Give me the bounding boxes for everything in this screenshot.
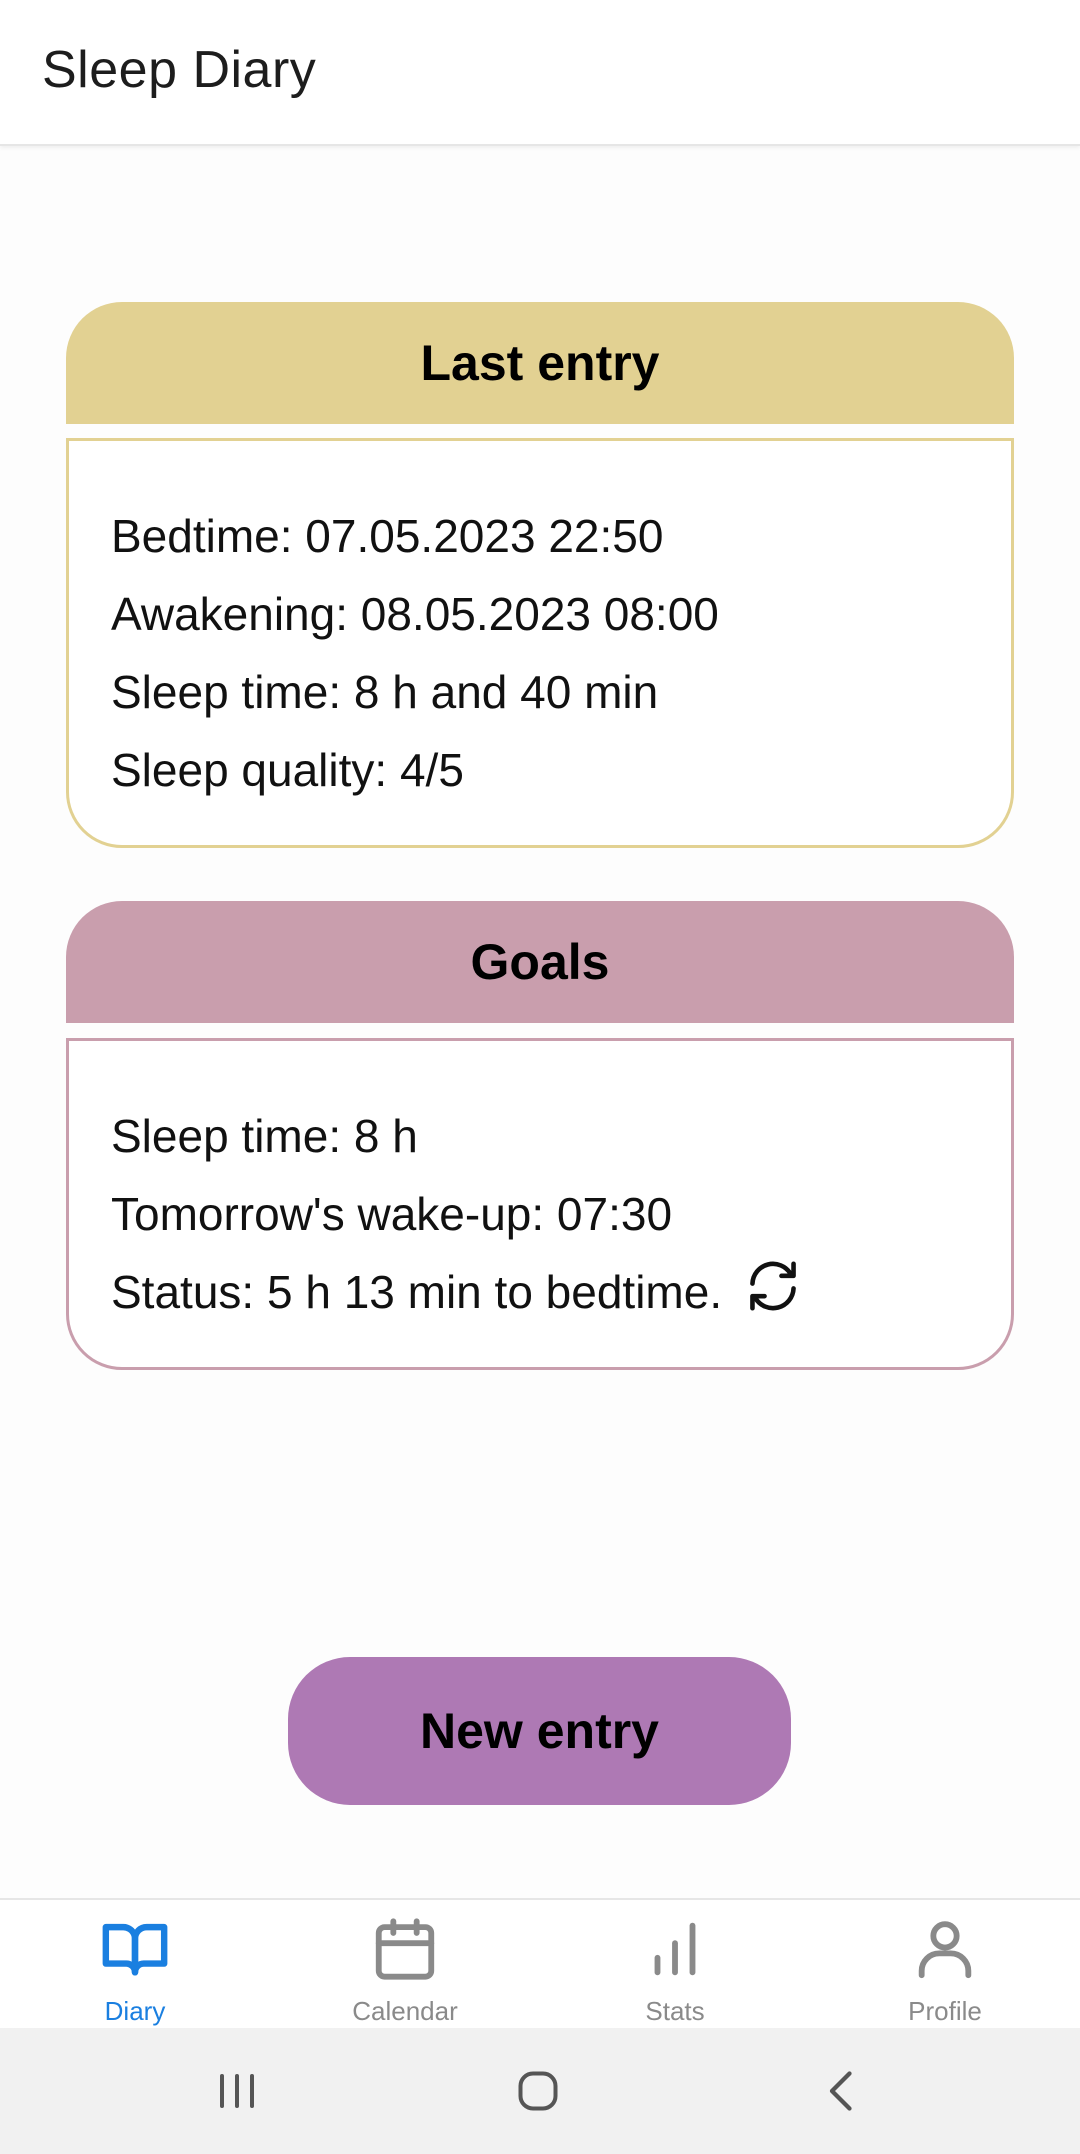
nav-item-diary[interactable]: Diary bbox=[0, 1900, 270, 2030]
sleep-quality-text: Sleep quality: 4/5 bbox=[111, 744, 464, 796]
nav-item-profile[interactable]: Profile bbox=[810, 1900, 1080, 2030]
goals-card: Sleep time: 8 h Tomorrow's wake-up: 07:3… bbox=[66, 1038, 1014, 1370]
app-bar: Sleep Diary bbox=[0, 0, 1080, 146]
bedtime-text: Bedtime: 07.05.2023 22:50 bbox=[111, 510, 664, 562]
status-text: Status: 5 h 13 min to bedtime. bbox=[111, 1266, 723, 1318]
back-icon[interactable] bbox=[812, 2061, 872, 2121]
system-navigation-bar bbox=[0, 2028, 1080, 2154]
last-entry-title: Last entry bbox=[420, 335, 660, 391]
nav-item-stats[interactable]: Stats bbox=[540, 1900, 810, 2030]
sleep-time-text: Sleep time: 8 h and 40 min bbox=[111, 666, 659, 718]
last-entry-header: Last entry bbox=[66, 302, 1014, 424]
goal-wake-up-text: Tomorrow's wake-up: 07:30 bbox=[111, 1188, 673, 1240]
home-icon[interactable] bbox=[508, 2061, 568, 2121]
nav-item-calendar[interactable]: Calendar bbox=[270, 1900, 540, 2030]
nav-label-diary: Diary bbox=[104, 1996, 166, 2026]
user-icon bbox=[910, 1914, 980, 1984]
goals-title: Goals bbox=[470, 934, 610, 990]
last-entry-card: Bedtime: 07.05.2023 22:50 Awakening: 08.… bbox=[66, 438, 1014, 848]
recent-apps-icon[interactable] bbox=[207, 2061, 267, 2121]
awakening-text: Awakening: 08.05.2023 08:00 bbox=[111, 588, 719, 640]
calendar-icon bbox=[370, 1914, 440, 1984]
bottom-navigation: Diary Calendar Stats Profile bbox=[0, 1898, 1080, 2030]
app-title: Sleep Diary bbox=[42, 41, 317, 99]
goal-sleep-time-text: Sleep time: 8 h bbox=[111, 1110, 418, 1162]
status-row: Status: 5 h 13 min to bedtime. bbox=[111, 1253, 1011, 1331]
bar-chart-icon bbox=[640, 1914, 710, 1984]
book-open-icon bbox=[100, 1914, 170, 1984]
nav-label-calendar: Calendar bbox=[352, 1996, 458, 2026]
goals-header: Goals bbox=[66, 901, 1014, 1023]
nav-label-profile: Profile bbox=[908, 1996, 982, 2026]
nav-label-stats: Stats bbox=[645, 1996, 705, 2026]
refresh-icon[interactable] bbox=[744, 1257, 802, 1315]
new-entry-button[interactable]: New entry bbox=[288, 1657, 791, 1805]
